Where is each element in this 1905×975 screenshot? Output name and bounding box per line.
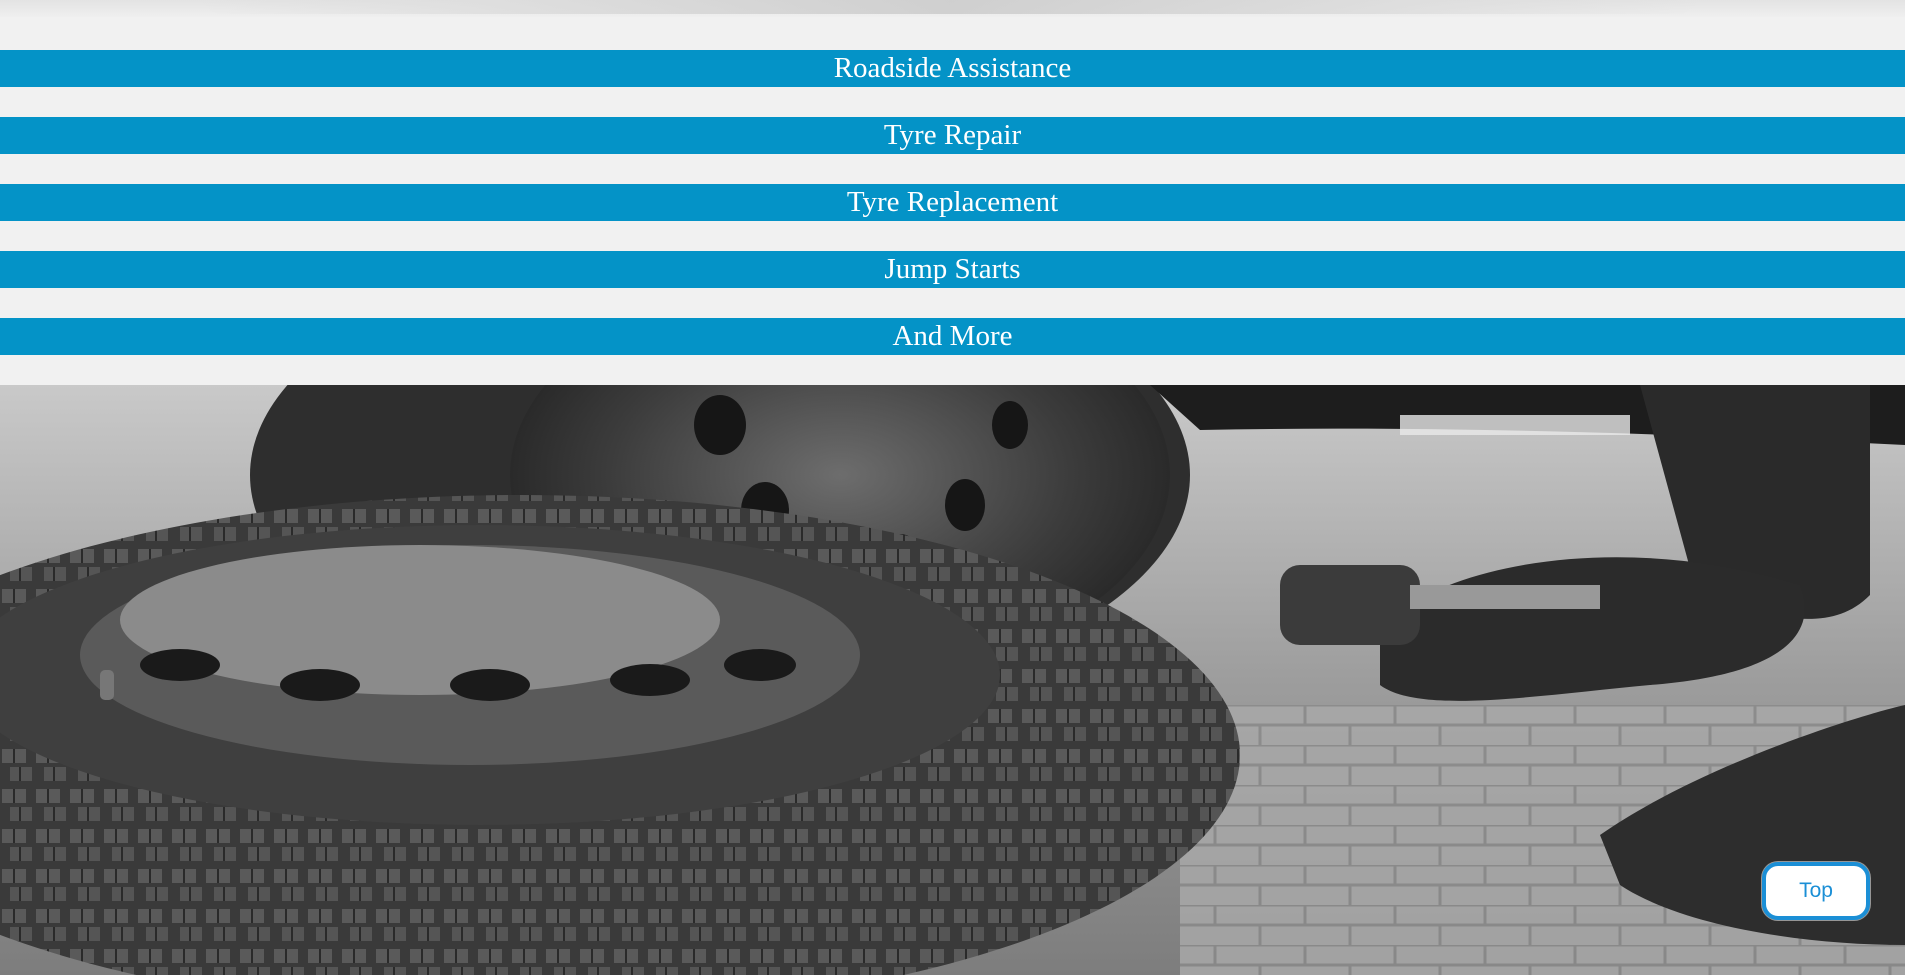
service-jump-starts[interactable]: Jump Starts <box>0 251 1905 288</box>
back-to-top-button[interactable]: Top <box>1762 862 1870 920</box>
service-roadside-assistance[interactable]: Roadside Assistance <box>0 50 1905 87</box>
tyre-change-photo <box>0 385 1905 975</box>
service-label: Tyre Replacement <box>846 186 1059 218</box>
tyre-photo-illustration <box>0 385 1905 975</box>
logo-fragment <box>200 0 1700 14</box>
service-label: Tyre Repair <box>883 119 1022 151</box>
service-label: And More <box>892 320 1013 352</box>
service-label: Roadside Assistance <box>833 52 1072 84</box>
page: Roadside Assistance Tyre Repair Tyre Rep… <box>0 0 1905 975</box>
service-tyre-repair[interactable]: Tyre Repair <box>0 117 1905 154</box>
service-and-more[interactable]: And More <box>0 318 1905 355</box>
service-tyre-replacement[interactable]: Tyre Replacement <box>0 184 1905 221</box>
services-list: Roadside Assistance Tyre Repair Tyre Rep… <box>0 17 1905 385</box>
hero-banner-edge <box>0 0 1905 17</box>
service-label: Jump Starts <box>884 253 1021 285</box>
